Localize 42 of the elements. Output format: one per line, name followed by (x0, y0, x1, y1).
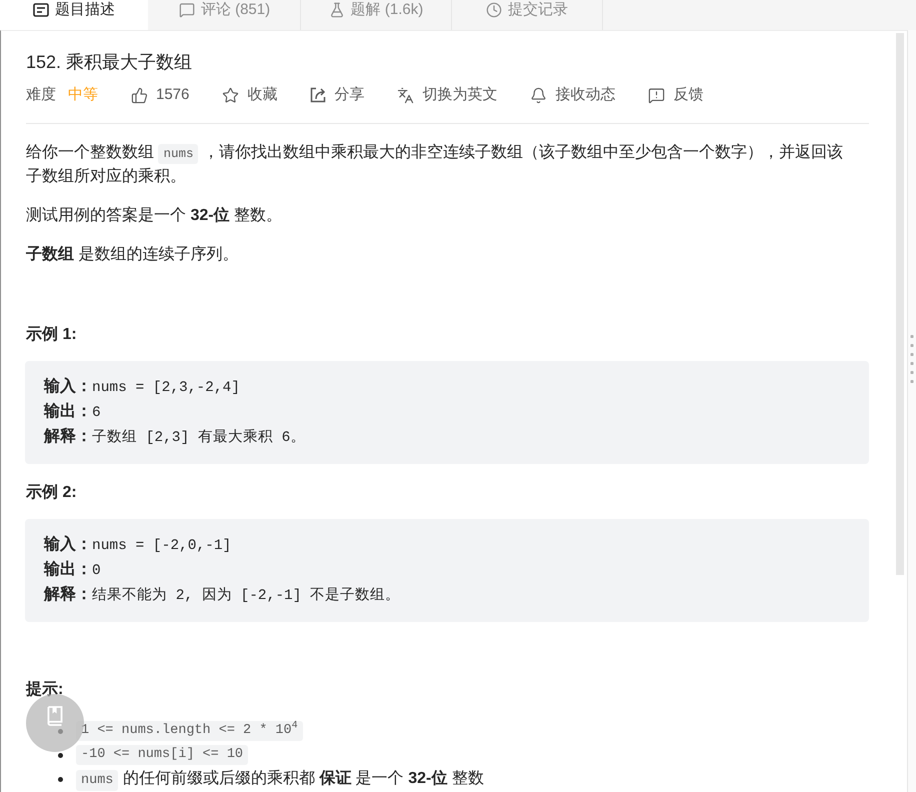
example-heading: 示例 2: (26, 483, 78, 503)
inline-code: nums (76, 770, 118, 791)
description-paragraph: 子数组 是数组的连续子序列。 (26, 244, 240, 265)
feedback-button[interactable]: 反馈 (648, 83, 704, 107)
drag-handle-icon[interactable] (910, 334, 914, 384)
constraint-text: nums 的任何前缀或后缀的乘积都 保证 是一个 32-位 整数 (76, 767, 484, 791)
speech-bubble-icon (178, 2, 195, 18)
example-heading: 示例 1: (26, 325, 78, 345)
share-button[interactable]: 分享 (310, 83, 364, 107)
favorite-button[interactable]: 收藏 (222, 83, 278, 107)
star-icon (222, 86, 240, 104)
tab[interactable]: 题目描述 (0, 0, 149, 30)
share-icon (310, 87, 326, 103)
like-button[interactable]: 1576 (131, 83, 190, 107)
flask-icon (328, 2, 345, 18)
feedback-icon (648, 86, 666, 104)
subscribe-button[interactable]: 接收动态 (530, 83, 616, 107)
inline-code: 1 <= nums.length <= 2 * 10$^{4}$ (76, 721, 303, 741)
inline-code: nums (158, 144, 198, 164)
example-line: 输入：nums = [-2,0,-1] (44, 534, 232, 556)
scrollbar-thumb[interactable] (896, 33, 904, 575)
book-icon (46, 706, 64, 726)
clock-icon (486, 2, 502, 18)
example-line: 解释：结果不能为 2, 因为 [-2,-1] 不是子数组。 (44, 584, 402, 606)
document-icon (33, 2, 49, 16)
bullet-icon (58, 776, 63, 782)
bell-icon (530, 86, 548, 104)
description-paragraph: 测试用例的答案是一个 32-位 整数。 (26, 205, 284, 226)
difficulty-value: 中等 (68, 85, 98, 105)
bullet-icon (58, 752, 63, 758)
constraints-heading: 提示: (26, 680, 64, 700)
example-line: 输出：0 (44, 560, 102, 581)
example-line: 输出：6 (44, 402, 102, 423)
translate-button[interactable]: 切换为英文 (397, 83, 498, 107)
example-line: 输入：nums = [2,3,-2,4] (44, 376, 241, 398)
problem-title: 152. 乘积最大子数组 (26, 51, 194, 74)
translate-icon (397, 86, 414, 104)
thumbs-up-icon (131, 86, 148, 104)
inline-code: -10 <= nums[i] <= 10 (76, 745, 248, 765)
example-line: 解释：子数组 [2,3] 有最大乘积 6。 (44, 426, 306, 448)
difficulty-label: 难度 (26, 85, 56, 105)
description-paragraph: 给你一个整数数组 nums ，请你找出数组中乘积最大的非空连续子数组（该子数组中至少包含一个数字），并返回该子数组所对应的乘积。 (26, 142, 844, 187)
